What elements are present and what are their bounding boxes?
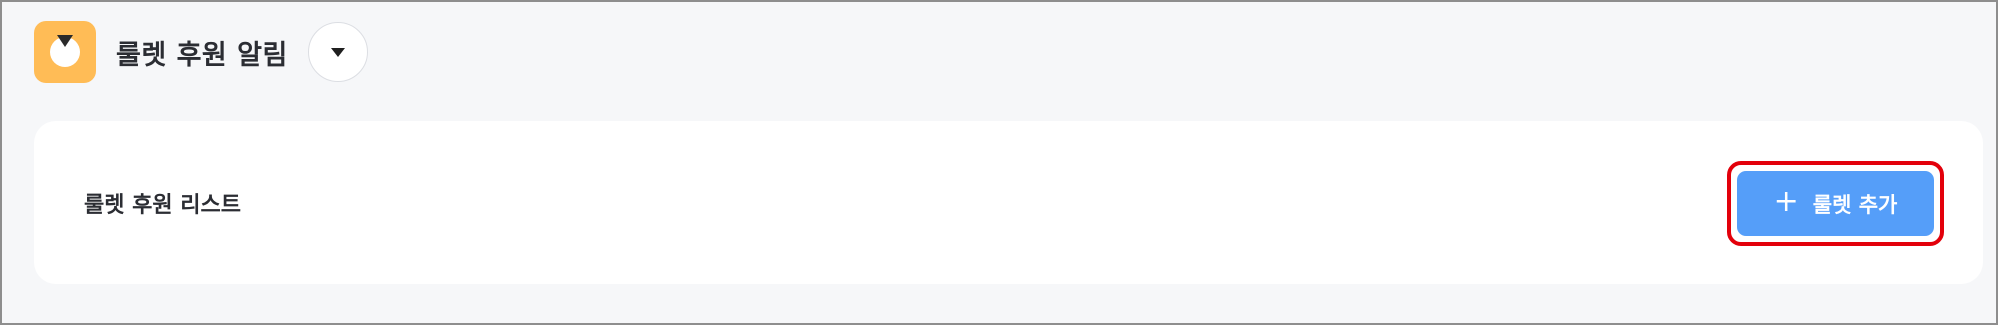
page-header: 룰렛 후원 알림 [34,21,368,83]
roulette-list-label: 룰렛 후원 리스트 [84,192,241,218]
app-window: 룰렛 후원 알림 룰렛 후원 리스트 + 룰렛 추가 [0,0,1998,325]
roulette-pointer-shape [57,35,73,47]
add-roulette-button-label: 룰렛 추가 [1812,192,1898,217]
add-roulette-button[interactable]: + 룰렛 추가 [1737,171,1934,236]
plus-icon: + [1773,184,1799,219]
page-title: 룰렛 후원 알림 [116,39,288,71]
caret-down-icon [330,47,345,57]
roulette-list-card: 룰렛 후원 리스트 [34,121,1983,284]
title-dropdown-button[interactable] [307,22,368,82]
roulette-icon [34,21,96,83]
